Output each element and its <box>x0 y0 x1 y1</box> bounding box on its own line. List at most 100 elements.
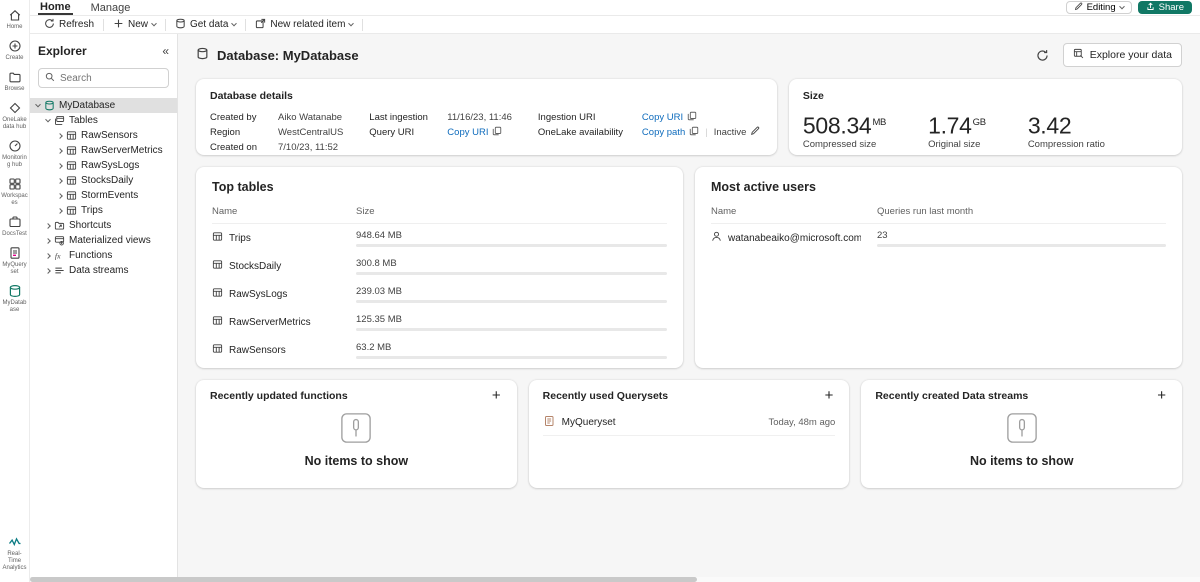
top-tables-header: Name Size <box>212 206 667 224</box>
queryset-list-item[interactable]: MyQueryset Today, 48m ago <box>543 410 836 436</box>
chevron-right-icon <box>57 163 63 169</box>
table-row[interactable]: RawSensors 63.2 MB <box>212 336 667 364</box>
chevron-right-icon <box>57 133 63 139</box>
size-bar-track <box>356 244 667 247</box>
copy-ingestion-uri-link[interactable]: Copy URI <box>642 112 683 123</box>
home-icon <box>8 8 22 22</box>
copy-icon[interactable] <box>687 111 697 124</box>
tree-item-tables-group[interactable]: Tables <box>30 113 177 128</box>
table-row[interactable]: RawSysLogs 239.03 MB <box>212 280 667 308</box>
copy-query-uri-link[interactable]: Copy URI <box>447 127 488 138</box>
database-details-card: Database details Created by Aiko Watanab… <box>196 79 777 155</box>
rail-item-label: Browse <box>4 86 24 93</box>
collapse-pane-icon[interactable]: « <box>162 44 169 58</box>
user-row[interactable]: watanabeaiko@microsoft.com 23 <box>711 224 1166 252</box>
name-column-header: Name <box>212 206 340 217</box>
tree-item-label: StocksDaily <box>81 175 133 186</box>
table-name: StocksDaily <box>229 261 281 272</box>
top-menu-bar: Home Manage Editing Share <box>30 0 1200 16</box>
tree-item-functions[interactable]: fx Functions <box>30 248 177 263</box>
rail-item-monitoring-hub[interactable]: Monitoring hub <box>0 135 29 173</box>
tree-item-table[interactable]: StormEvents <box>30 188 177 203</box>
size-bar-track <box>356 300 667 303</box>
tree-item-materialized-views[interactable]: Materialized views <box>30 233 177 248</box>
metric-label: Original size <box>928 139 986 150</box>
tree-item-data-streams[interactable]: Data streams <box>30 263 177 278</box>
copy-icon[interactable] <box>689 126 699 139</box>
empty-state-text: No items to show <box>970 454 1073 468</box>
tree-item-label: Shortcuts <box>69 220 111 231</box>
recent-querysets-title: Recently used Querysets <box>543 390 668 402</box>
rail-item-mydatabase[interactable]: MyDatabase <box>0 280 29 318</box>
table-row[interactable]: Trips 948.64 MB <box>212 224 667 252</box>
rail-item-label: Create <box>5 55 23 62</box>
rail-item-label: DocsTest <box>2 231 27 238</box>
size-metrics: 508.34MB Compressed size 1.74GB Original… <box>803 111 1168 150</box>
refresh-page-button[interactable] <box>1034 47 1051 64</box>
rail-item-workspaces[interactable]: Workspaces <box>0 173 29 211</box>
tree-item-shortcuts[interactable]: Shortcuts <box>30 218 177 233</box>
refresh-icon <box>44 18 55 32</box>
get-data-button[interactable]: Get data <box>169 16 242 34</box>
editing-mode-button[interactable]: Editing <box>1066 1 1132 14</box>
table-name: RawSysLogs <box>229 289 287 300</box>
chevron-right-icon <box>57 178 63 184</box>
tree-item-label: RawServerMetrics <box>81 145 163 156</box>
add-queryset-button[interactable]: + <box>823 390 836 402</box>
page-header: Database: MyDatabase Explore your data <box>196 44 1182 66</box>
add-datastream-button[interactable]: + <box>1155 390 1168 402</box>
new-button[interactable]: New <box>107 16 162 34</box>
table-row[interactable]: StocksDaily 300.8 MB <box>212 252 667 280</box>
edit-pencil-icon[interactable] <box>750 126 760 139</box>
size-bar-track <box>356 356 667 359</box>
tree-item-table[interactable]: RawServerMetrics <box>30 143 177 158</box>
tab-home[interactable]: Home <box>38 0 73 15</box>
horizontal-scrollbar[interactable] <box>30 577 1200 582</box>
last-ingestion-value: 11/16/23, 11:46 <box>447 112 512 123</box>
tab-manage[interactable]: Manage <box>89 0 133 15</box>
tree-item-table[interactable]: RawSysLogs <box>30 158 177 173</box>
plus-icon <box>113 18 124 32</box>
add-function-button[interactable]: + <box>490 390 503 402</box>
copy-icon[interactable] <box>492 126 502 139</box>
tree-item-table[interactable]: Trips <box>30 203 177 218</box>
rail-item-browse[interactable]: Browse <box>0 66 29 97</box>
monitoring-hub-icon <box>8 139 22 153</box>
rail-item-docstest[interactable]: DocsTest <box>0 211 29 242</box>
functions-icon: fx <box>54 250 65 261</box>
mydatabase-icon <box>8 284 22 298</box>
tree-item-table[interactable]: RawSensors <box>30 128 177 143</box>
materialized-views-icon <box>54 235 65 246</box>
share-button[interactable]: Share <box>1138 1 1192 14</box>
rail-item-home[interactable]: Home <box>0 4 29 35</box>
rail-item-onelake-data-hub[interactable]: OneLake data hub <box>0 97 29 135</box>
table-icon <box>66 160 77 171</box>
recent-querysets-card: Recently used Querysets + MyQueryset Tod… <box>529 380 850 488</box>
recent-datastreams-card: Recently created Data streams + No items… <box>861 380 1182 488</box>
rail-item-myqueryset[interactable]: MyQueryset <box>0 242 29 280</box>
top-tables-title: Top tables <box>212 180 667 194</box>
copy-onelake-path-link[interactable]: Copy path <box>642 127 685 138</box>
tree-item-mydatabase[interactable]: MyDatabase <box>30 98 177 113</box>
table-row[interactable]: RawServerMetrics 125.35 MB <box>212 308 667 336</box>
tree-item-label: StormEvents <box>81 190 138 201</box>
table-name: Trips <box>229 233 251 244</box>
chevron-right-icon <box>57 148 63 154</box>
metric-value: 1.74 <box>928 113 972 139</box>
database-overview-canvas: Database: MyDatabase Explore your data D… <box>178 34 1200 582</box>
horizontal-scrollbar-thumb[interactable] <box>30 577 697 582</box>
created-on-label: Created on <box>210 142 278 153</box>
docstest-workspace-icon <box>8 215 22 229</box>
explore-your-data-button[interactable]: Explore your data <box>1063 43 1182 67</box>
search-icon <box>45 72 55 85</box>
refresh-button[interactable]: Refresh <box>38 16 100 34</box>
metric-value: 508.34 <box>803 113 872 139</box>
rail-item-create[interactable]: Create <box>0 35 29 66</box>
rail-item-real-time-analytics[interactable]: Real-Time Analytics <box>0 531 29 576</box>
tree-item-table[interactable]: StocksDaily <box>30 173 177 188</box>
search-input[interactable] <box>60 73 162 84</box>
metric-unit: MB <box>872 117 886 128</box>
most-active-users-title: Most active users <box>711 180 1166 194</box>
details-columns: Created by Aiko Watanabe Region WestCent… <box>210 111 763 154</box>
new-related-item-button[interactable]: New related item <box>249 16 359 34</box>
